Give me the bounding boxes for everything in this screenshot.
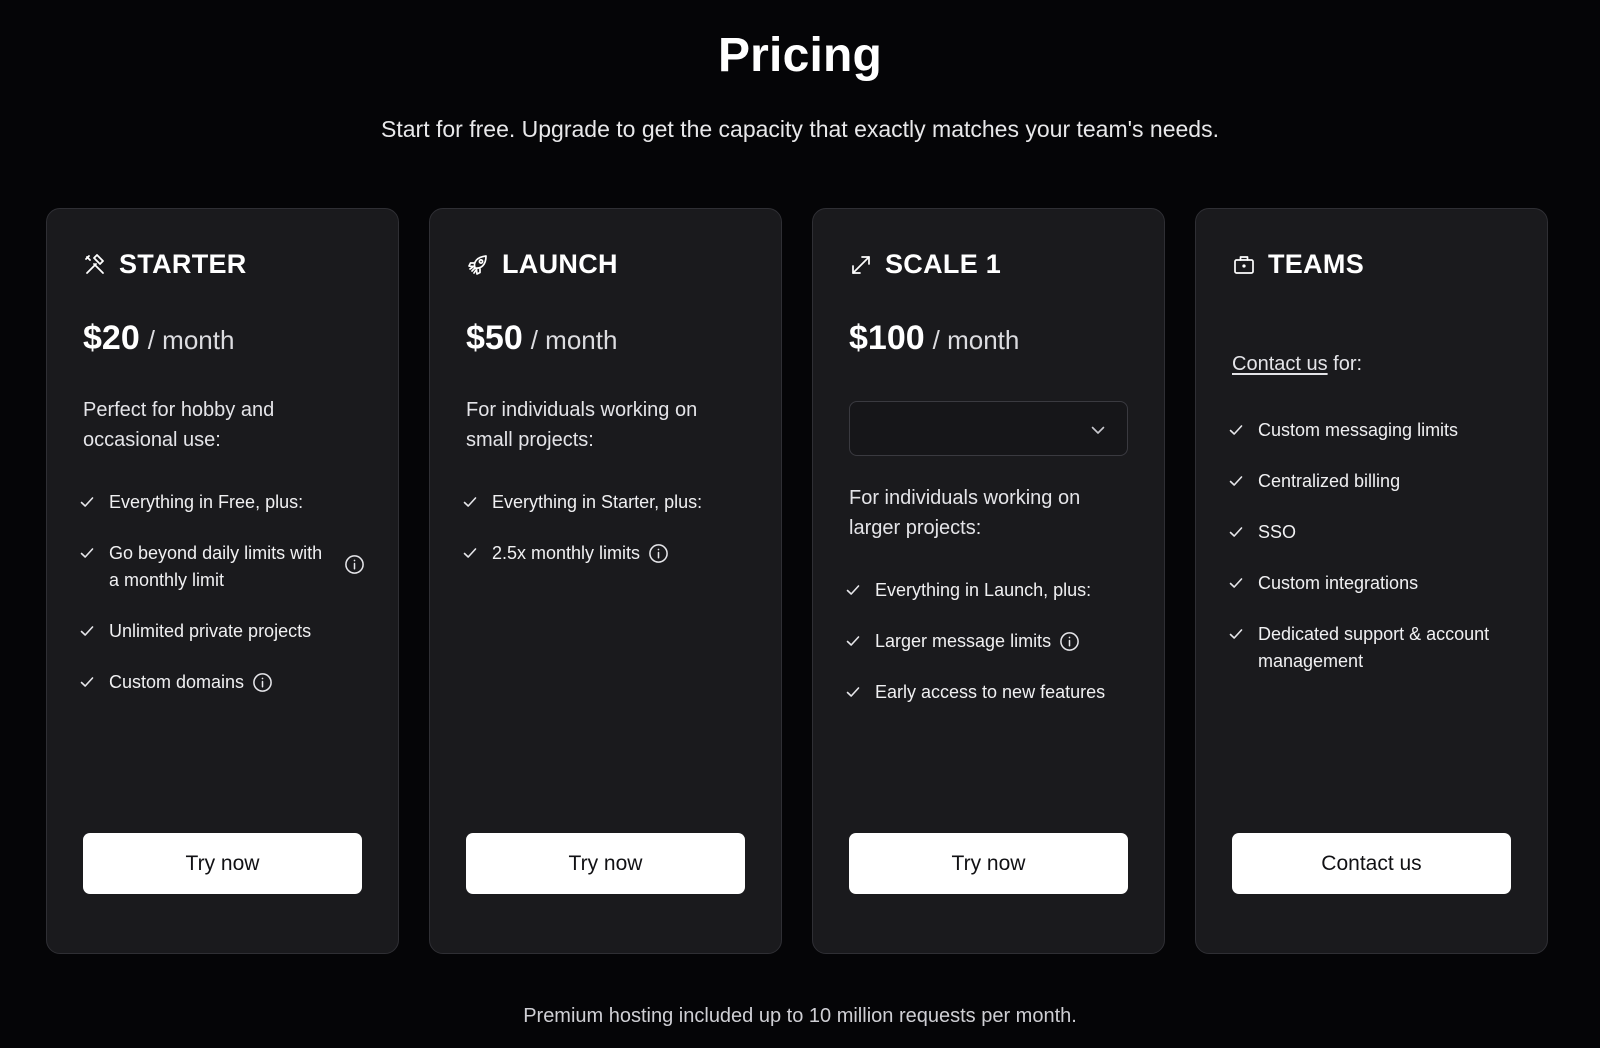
feature-item: 2.5x monthly limits bbox=[462, 540, 762, 567]
check-icon bbox=[846, 636, 860, 646]
try-now-button[interactable]: Try now bbox=[849, 833, 1128, 894]
briefcase-icon bbox=[1232, 253, 1256, 277]
feature-item: Early access to new features bbox=[845, 679, 1145, 706]
check-icon bbox=[1229, 425, 1243, 435]
price-amount: $100 bbox=[849, 319, 925, 357]
check-icon bbox=[80, 626, 94, 636]
plan-price: $20 / month bbox=[83, 319, 234, 358]
feature-list: Everything in Starter, plus: 2.5x monthl… bbox=[462, 489, 762, 591]
feature-text: Early access to new features bbox=[875, 682, 1106, 702]
try-now-button[interactable]: Try now bbox=[466, 833, 745, 894]
feature-item: Centralized billing bbox=[1228, 468, 1528, 495]
feature-item: Everything in Starter, plus: bbox=[462, 489, 762, 516]
page-title: Pricing bbox=[717, 29, 883, 82]
feature-item: Unlimited private projects bbox=[79, 618, 379, 645]
check-icon bbox=[80, 677, 94, 687]
check-icon bbox=[80, 497, 94, 507]
feature-item: Custom domains bbox=[79, 669, 379, 696]
contact-us-link[interactable]: Contact us bbox=[1232, 353, 1328, 375]
feature-text: SSO bbox=[1258, 522, 1297, 542]
plan-price: $50 / month bbox=[466, 319, 617, 358]
plan-name: LAUNCH bbox=[502, 249, 618, 279]
plan-card-scale: SCALE 1 $100 / month For individuals wor… bbox=[812, 208, 1165, 954]
page-subtitle: Start for free. Upgrade to get the capac… bbox=[381, 116, 1219, 142]
price-period: / month bbox=[932, 325, 1020, 355]
feature-text: Everything in Free, plus: bbox=[109, 492, 304, 512]
rocket-icon bbox=[466, 253, 490, 277]
contact-suffix: for: bbox=[1327, 353, 1363, 375]
feature-text: Custom messaging limits bbox=[1258, 420, 1459, 440]
feature-text: Centralized billing bbox=[1258, 471, 1401, 491]
check-icon bbox=[463, 497, 477, 507]
check-icon bbox=[846, 687, 860, 697]
feature-item: Custom messaging limits bbox=[1228, 417, 1528, 444]
price-period: / month bbox=[530, 325, 618, 355]
try-now-button[interactable]: Try now bbox=[83, 833, 362, 894]
tools-icon bbox=[83, 253, 107, 277]
check-icon bbox=[1229, 629, 1243, 639]
expand-arrows-icon bbox=[849, 253, 873, 277]
info-icon[interactable] bbox=[344, 554, 365, 575]
feature-item: SSO bbox=[1228, 519, 1528, 546]
contact-us-button[interactable]: Contact us bbox=[1232, 833, 1511, 894]
check-icon bbox=[463, 548, 477, 558]
feature-list: Custom messaging limits Centralized bill… bbox=[1228, 417, 1528, 699]
plan-name: TEAMS bbox=[1268, 249, 1364, 279]
plan-header: LAUNCH bbox=[466, 249, 618, 280]
plan-description: For individuals working on small project… bbox=[466, 399, 698, 451]
price-period: / month bbox=[147, 325, 235, 355]
feature-item: Larger message limits bbox=[845, 628, 1145, 655]
contact-line: Contact us for: bbox=[1232, 353, 1362, 376]
plan-description: For individuals working on larger projec… bbox=[849, 487, 1081, 539]
plan-header: TEAMS bbox=[1232, 249, 1364, 280]
feature-text: Dedicated support & account management bbox=[1258, 624, 1490, 671]
feature-text: Custom domains bbox=[109, 672, 245, 692]
chevron-down-icon bbox=[1091, 426, 1105, 434]
check-icon bbox=[80, 548, 94, 558]
plan-description: Perfect for hobby and occasional use: bbox=[83, 399, 275, 451]
info-icon[interactable] bbox=[252, 672, 273, 693]
feature-list: Everything in Launch, plus: Larger messa… bbox=[845, 577, 1145, 730]
feature-text: Custom integrations bbox=[1258, 573, 1419, 593]
check-icon bbox=[1229, 476, 1243, 486]
plan-name: SCALE 1 bbox=[885, 249, 1002, 279]
check-icon bbox=[846, 585, 860, 595]
plan-card-teams: TEAMS Contact us for: Custom messaging l… bbox=[1195, 208, 1548, 954]
feature-list: Everything in Free, plus: Go beyond dail… bbox=[79, 489, 379, 720]
plan-price: $100 / month bbox=[849, 319, 1019, 358]
check-icon bbox=[1229, 527, 1243, 537]
pricing-cards: STARTER $20 / month Perfect for hobby an… bbox=[46, 208, 1548, 954]
feature-item: Custom integrations bbox=[1228, 570, 1528, 597]
feature-text: 2.5x monthly limits bbox=[492, 543, 641, 563]
feature-item: Everything in Free, plus: bbox=[79, 489, 379, 516]
info-icon[interactable] bbox=[648, 543, 669, 564]
check-icon bbox=[1229, 578, 1243, 588]
price-amount: $20 bbox=[83, 319, 140, 357]
feature-text: Larger message limits bbox=[875, 631, 1052, 651]
info-icon[interactable] bbox=[1059, 631, 1080, 652]
tier-select[interactable] bbox=[849, 401, 1128, 456]
footer-note: Premium hosting included up to 10 millio… bbox=[523, 1005, 1077, 1027]
feature-text: Everything in Launch, plus: bbox=[875, 580, 1092, 600]
plan-header: STARTER bbox=[83, 249, 247, 280]
feature-item: Go beyond daily limits with a monthly li… bbox=[79, 540, 379, 594]
feature-item: Dedicated support & account management bbox=[1228, 621, 1528, 675]
plan-name: STARTER bbox=[119, 249, 247, 279]
feature-text: Unlimited private projects bbox=[109, 621, 312, 641]
plan-card-launch: LAUNCH $50 / month For individuals worki… bbox=[429, 208, 782, 954]
feature-text: Go beyond daily limits with a monthly li… bbox=[109, 543, 323, 590]
feature-text: Everything in Starter, plus: bbox=[492, 492, 703, 512]
plan-card-starter: STARTER $20 / month Perfect for hobby an… bbox=[46, 208, 399, 954]
plan-header: SCALE 1 bbox=[849, 249, 1001, 280]
feature-item: Everything in Launch, plus: bbox=[845, 577, 1145, 604]
pricing-page: Pricing Start for free. Upgrade to get t… bbox=[0, 0, 1600, 1048]
price-amount: $50 bbox=[466, 319, 523, 357]
